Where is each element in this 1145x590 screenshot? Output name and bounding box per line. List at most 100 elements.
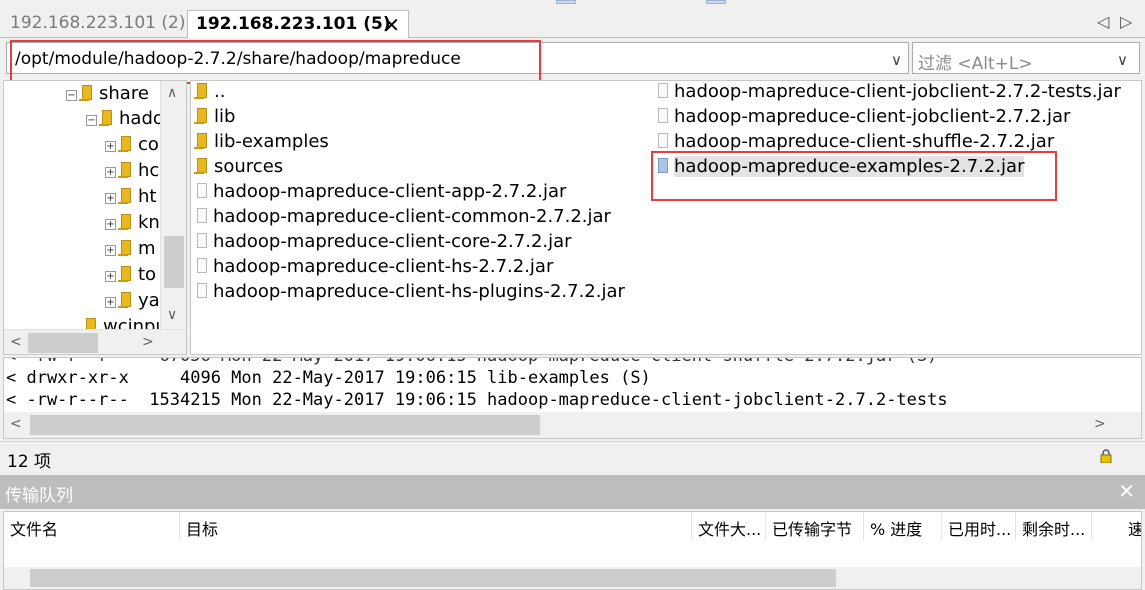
- item-count: 12 项: [7, 452, 52, 472]
- folder-icon: [118, 162, 131, 178]
- expand-icon[interactable]: +: [105, 271, 116, 282]
- transfer-queue-title: 传输队列: [5, 486, 73, 506]
- file-icon: [197, 233, 207, 248]
- column-header-speed[interactable]: 速: [1122, 512, 1141, 540]
- tree-item[interactable]: + co: [105, 134, 159, 160]
- file-item[interactable]: hadoop-mapreduce-client-common-2.7.2.jar: [197, 206, 611, 231]
- expand-icon[interactable]: +: [105, 193, 116, 204]
- tab-session-2[interactable]: 192.168.223.101 (2): [2, 10, 194, 38]
- file-item-sources[interactable]: sources: [194, 156, 283, 181]
- close-icon[interactable]: ✕: [383, 13, 400, 37]
- queue-horizontal-scrollbar[interactable]: [4, 567, 1141, 589]
- tree-item[interactable]: + to: [105, 264, 156, 290]
- folder-icon: [194, 158, 207, 174]
- tree-item[interactable]: + ht: [105, 186, 156, 212]
- tree-horizontal-scrollbar[interactable]: < >: [4, 329, 186, 354]
- column-header-transferred[interactable]: 已传输字节: [766, 512, 864, 540]
- expand-icon[interactable]: +: [105, 167, 116, 178]
- folder-icon: [194, 108, 207, 124]
- expand-icon[interactable]: +: [105, 245, 116, 256]
- filter-placeholder: 过滤 <Alt+L>: [918, 54, 1033, 74]
- collapse-icon[interactable]: −: [86, 115, 97, 126]
- file-item[interactable]: hadoop-mapreduce-client-jobclient-2.7.2-…: [658, 81, 1121, 106]
- tab-bar: 192.168.223.101 (2) 192.168.223.101 (5) …: [0, 0, 1145, 38]
- file-icon: [197, 208, 207, 223]
- file-item-parent[interactable]: ..: [194, 81, 225, 106]
- transfer-log: < -rw-r--r-- 67056 Mon 22-May-2017 19:06…: [3, 357, 1142, 439]
- tab-scroll-right-icon[interactable]: ▷: [1120, 12, 1132, 31]
- tree-item[interactable]: + ya: [105, 290, 160, 316]
- scroll-up-icon[interactable]: ∧: [167, 85, 177, 101]
- transfer-queue-table: 文件名 目标 文件大... 已传输字节 % 进度 已用时... 剩余时... 速: [3, 511, 1142, 590]
- path-dropdown-icon[interactable]: ∨: [891, 51, 902, 69]
- scroll-right-icon[interactable]: >: [1094, 416, 1106, 432]
- file-item[interactable]: hadoop-mapreduce-client-app-2.7.2.jar: [197, 181, 566, 206]
- file-icon: [197, 183, 207, 198]
- file-icon: [658, 133, 668, 148]
- log-line: < -rw-r--r-- 1534215 Mon 22-May-2017 19:…: [6, 390, 948, 410]
- scroll-down-icon[interactable]: ∨: [167, 307, 177, 323]
- status-bar: 12 项: [0, 441, 1145, 473]
- tab-scroll-left-icon[interactable]: ◁: [1097, 12, 1109, 31]
- log-line: < drwxr-xr-x 4096 Mon 22-May-2017 19:06:…: [6, 368, 651, 388]
- column-header-filename[interactable]: 文件名: [4, 512, 180, 540]
- scroll-thumb[interactable]: [30, 415, 540, 435]
- toolbar-marker: [556, 0, 576, 4]
- folder-icon: [79, 85, 92, 101]
- scroll-thumb[interactable]: [28, 333, 98, 353]
- scroll-right-icon[interactable]: >: [142, 334, 154, 350]
- column-header-remaining[interactable]: 剩余时...: [1016, 512, 1092, 540]
- toolbar-marker: [706, 0, 726, 4]
- expand-icon[interactable]: +: [105, 141, 116, 152]
- file-item[interactable]: hadoop-mapreduce-client-jobclient-2.7.2.…: [658, 106, 1070, 131]
- folder-tree: − share − hado + co + hc + ht + kn + m + to + ya …: [3, 80, 187, 355]
- collapse-icon[interactable]: −: [66, 90, 77, 101]
- file-item[interactable]: hadoop-mapreduce-client-core-2.7.2.jar: [197, 231, 572, 256]
- column-header-progress[interactable]: % 进度: [864, 512, 942, 540]
- folder-icon: [194, 83, 207, 99]
- file-icon: [197, 283, 207, 298]
- file-list: .. lib lib-examples sources hadoop-mapre…: [190, 80, 1142, 355]
- folder-icon: [194, 133, 207, 149]
- file-icon: [658, 108, 668, 123]
- file-item[interactable]: hadoop-mapreduce-client-hs-2.7.2.jar: [197, 256, 553, 281]
- tree-item[interactable]: − hado: [86, 108, 164, 134]
- expand-icon[interactable]: +: [105, 219, 116, 230]
- tree-vertical-scrollbar[interactable]: ∧ ∨: [160, 81, 186, 329]
- tree-item[interactable]: + m: [105, 238, 156, 264]
- file-item-lib[interactable]: lib: [194, 106, 235, 131]
- close-icon[interactable]: ✕: [1118, 479, 1135, 503]
- tree-item[interactable]: + hc: [105, 160, 159, 186]
- folder-icon: [118, 188, 131, 204]
- tab-label: 192.168.223.101 (5): [196, 14, 391, 34]
- expand-icon[interactable]: +: [105, 297, 116, 308]
- folder-icon: [99, 110, 112, 126]
- file-item[interactable]: hadoop-mapreduce-client-hs-plugins-2.7.2…: [197, 281, 625, 306]
- folder-icon: [118, 266, 131, 282]
- column-header-size[interactable]: 文件大...: [692, 512, 766, 540]
- folder-icon: [118, 214, 131, 230]
- tree-item[interactable]: + kn: [105, 212, 160, 238]
- scroll-left-icon[interactable]: <: [10, 334, 22, 350]
- transfer-queue-header: 传输队列 ✕: [0, 475, 1145, 509]
- log-horizontal-scrollbar[interactable]: < >: [4, 412, 1141, 438]
- filter-input[interactable]: 过滤 <Alt+L> ∨: [912, 42, 1140, 74]
- folder-icon: [118, 292, 131, 308]
- filter-dropdown-icon[interactable]: ∨: [1117, 51, 1128, 69]
- file-icon: [658, 83, 668, 98]
- lock-icon: [1100, 449, 1112, 463]
- column-header-target[interactable]: 目标: [180, 512, 692, 540]
- file-item-lib-examples[interactable]: lib-examples: [194, 131, 329, 156]
- log-line: < -rw-r--r-- 67056 Mon 22-May-2017 19:06…: [6, 358, 937, 366]
- folder-icon: [118, 240, 131, 256]
- tree-item[interactable]: − share: [66, 83, 149, 109]
- path-highlight-box: [10, 40, 541, 84]
- column-header-elapsed[interactable]: 已用时...: [942, 512, 1016, 540]
- tab-session-5[interactable]: 192.168.223.101 (5) ✕: [187, 10, 409, 38]
- scroll-thumb[interactable]: [30, 569, 836, 587]
- selected-file-highlight-box: [651, 151, 1057, 201]
- folder-icon: [118, 136, 131, 152]
- scroll-left-icon[interactable]: <: [10, 416, 22, 432]
- scroll-thumb[interactable]: [164, 236, 184, 288]
- file-icon: [197, 258, 207, 273]
